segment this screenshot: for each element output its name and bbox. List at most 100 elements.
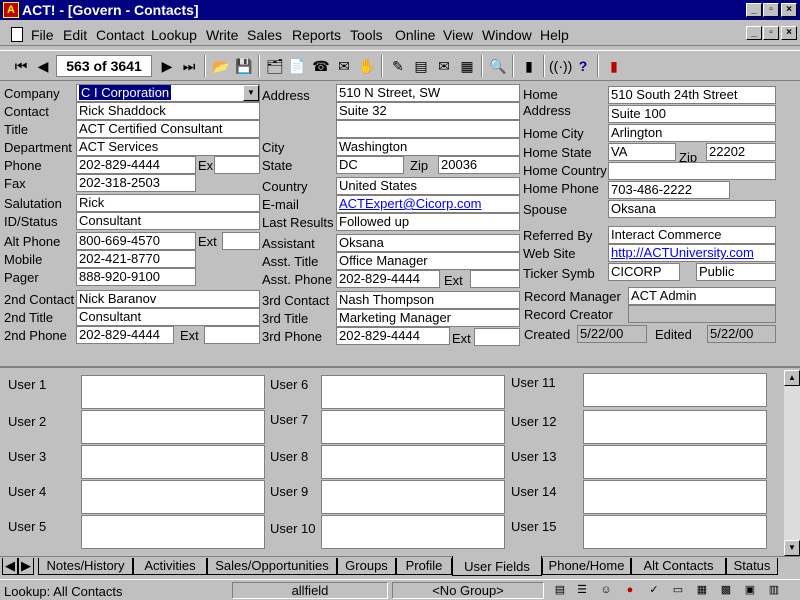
email-field[interactable]: ACTExpert@Cicorp.com — [336, 195, 520, 213]
close-icon[interactable]: × — [781, 3, 797, 17]
home-country-field[interactable] — [608, 162, 776, 180]
home-address1-field[interactable]: 510 South 24th Street — [608, 86, 776, 104]
contact3-field[interactable]: Nash Thompson — [336, 291, 520, 309]
menu-write[interactable]: Write — [206, 27, 238, 43]
menu-tools[interactable]: Tools — [350, 27, 383, 43]
record-manager-field[interactable]: ACT Admin — [628, 287, 776, 305]
user6-field[interactable] — [321, 375, 505, 409]
home-address2-field[interactable]: Suite 100 — [608, 105, 776, 123]
user3-field[interactable] — [81, 445, 265, 479]
tab-status[interactable]: Status — [726, 558, 778, 575]
contact-field[interactable]: Rick Shaddock — [76, 102, 260, 120]
user9-field[interactable] — [321, 480, 505, 514]
chevron-down-icon[interactable]: ▼ — [243, 85, 259, 101]
altphone-field[interactable]: 800-669-4570 — [76, 232, 196, 250]
menu-lookup[interactable]: Lookup — [151, 27, 197, 43]
help-icon[interactable]: ? — [572, 55, 594, 77]
minimize-icon[interactable]: _ — [746, 3, 762, 17]
menu-reports[interactable]: Reports — [292, 27, 341, 43]
user2-field[interactable] — [81, 410, 265, 444]
online-icon[interactable]: ((·)) — [549, 55, 572, 77]
salutation-field[interactable]: Rick — [76, 194, 260, 212]
state-field[interactable]: DC — [336, 156, 404, 174]
tab-activities[interactable]: Activities — [133, 558, 207, 575]
address1-field[interactable]: 510 N Street, SW — [336, 84, 520, 102]
next-record-icon[interactable]: ▶ — [156, 55, 178, 77]
spouse-field[interactable]: Oksana — [608, 200, 776, 218]
contact2-field[interactable]: Nick Baranov — [76, 290, 260, 308]
menu-view[interactable]: View — [443, 27, 473, 43]
lastresults-field[interactable]: Followed up — [336, 213, 520, 231]
menu-contact[interactable]: Contact — [96, 27, 144, 43]
palm-sync-icon[interactable]: ▮ — [518, 55, 540, 77]
first-record-icon[interactable]: ⏮ — [10, 55, 32, 77]
idstatus-field[interactable]: Consultant — [76, 212, 260, 230]
zip-field[interactable]: 20036 — [438, 156, 520, 174]
menu-file[interactable]: File — [31, 27, 54, 43]
home-phone-field[interactable]: 703-486-2222 — [608, 181, 730, 199]
monthly-calendar-icon[interactable]: ▩ — [718, 583, 734, 598]
doc-minimize-icon[interactable]: _ — [746, 26, 762, 40]
department-field[interactable]: ACT Services — [76, 138, 260, 156]
tab-scroll-left-icon[interactable]: ◀ — [2, 558, 18, 575]
vertical-scrollbar[interactable]: ▲ ▼ — [784, 370, 800, 556]
doc-close-icon[interactable]: × — [781, 26, 797, 40]
doc-restore-icon[interactable]: ▫ — [763, 26, 779, 40]
ticker-type-field[interactable]: Public — [696, 263, 776, 281]
address3-field[interactable] — [336, 120, 520, 138]
tab-alt-contacts[interactable]: Alt Contacts — [631, 558, 726, 575]
phone2-ext-field[interactable] — [204, 326, 260, 344]
lookup-icon[interactable]: 🔍 — [487, 55, 509, 77]
groups-icon[interactable]: ☺ — [598, 583, 614, 598]
ticker-field[interactable]: CICORP — [608, 263, 680, 281]
internet-icon[interactable]: ● — [622, 583, 638, 598]
assistant-field[interactable]: Oksana — [336, 234, 520, 252]
asst-title-field[interactable]: Office Manager — [336, 252, 520, 270]
todo-icon[interactable]: ✉ — [333, 55, 355, 77]
menu-window[interactable]: Window — [482, 27, 532, 43]
asst-phone-ext-field[interactable] — [470, 270, 520, 288]
user5-field[interactable] — [81, 515, 265, 549]
menu-help[interactable]: Help — [540, 27, 569, 43]
country-field[interactable]: United States — [336, 177, 520, 195]
opportunities-icon[interactable]: ▥ — [766, 583, 782, 598]
record-counter[interactable]: 563 of 3641 — [56, 55, 152, 77]
phone-field[interactable]: 202-829-4444 — [76, 156, 196, 174]
website-field[interactable]: http://ACTUniversity.com — [608, 244, 776, 262]
user1-field[interactable] — [81, 375, 265, 409]
user15-field[interactable] — [583, 515, 767, 549]
user10-field[interactable] — [321, 515, 505, 549]
write-icon[interactable]: ✎ — [387, 55, 409, 77]
email-icon[interactable]: ✉ — [433, 55, 455, 77]
user11-field[interactable] — [583, 373, 767, 407]
tab-scroll-right-icon[interactable]: ▶ — [18, 558, 34, 575]
company-field[interactable]: C I Corporation ▼ — [76, 84, 260, 102]
user12-field[interactable] — [583, 410, 767, 444]
address2-field[interactable]: Suite 32 — [336, 102, 520, 120]
contact-list-icon[interactable]: ☰ — [574, 583, 590, 598]
open-folder-icon[interactable]: 📂 — [210, 55, 232, 77]
home-city-field[interactable]: Arlington — [608, 124, 776, 142]
sales-icon[interactable]: ▣ — [742, 583, 758, 598]
tab-groups[interactable]: Groups — [337, 558, 396, 575]
asst-phone-field[interactable]: 202-829-4444 — [336, 270, 440, 288]
menu-online[interactable]: Online — [395, 27, 435, 43]
save-icon[interactable]: 💾 — [233, 55, 255, 77]
daily-calendar-icon[interactable]: ▭ — [670, 583, 686, 598]
phone3-field[interactable]: 202-829-4444 — [336, 327, 450, 345]
act-app-icon[interactable]: A — [3, 2, 19, 18]
tab-user-fields[interactable]: User Fields — [452, 556, 542, 576]
exit-icon[interactable]: ▮ — [603, 55, 625, 77]
phone2-field[interactable]: 202-829-4444 — [76, 326, 174, 344]
home-state-field[interactable]: VA — [608, 143, 676, 161]
tab-sales-opportunities[interactable]: Sales/Opportunities — [207, 558, 337, 575]
referred-field[interactable]: Interact Commerce — [608, 226, 776, 244]
contacts-view-icon[interactable]: ▤ — [552, 583, 568, 598]
letter-icon[interactable]: ▤ — [410, 55, 432, 77]
city-field[interactable]: Washington — [336, 138, 520, 156]
pager-field[interactable]: 888-920-9100 — [76, 268, 196, 286]
task-list-icon[interactable]: ✓ — [646, 583, 662, 598]
phone3-ext-field[interactable] — [474, 328, 520, 346]
document-icon[interactable] — [11, 27, 23, 42]
scroll-up-icon[interactable]: ▲ — [784, 370, 800, 386]
